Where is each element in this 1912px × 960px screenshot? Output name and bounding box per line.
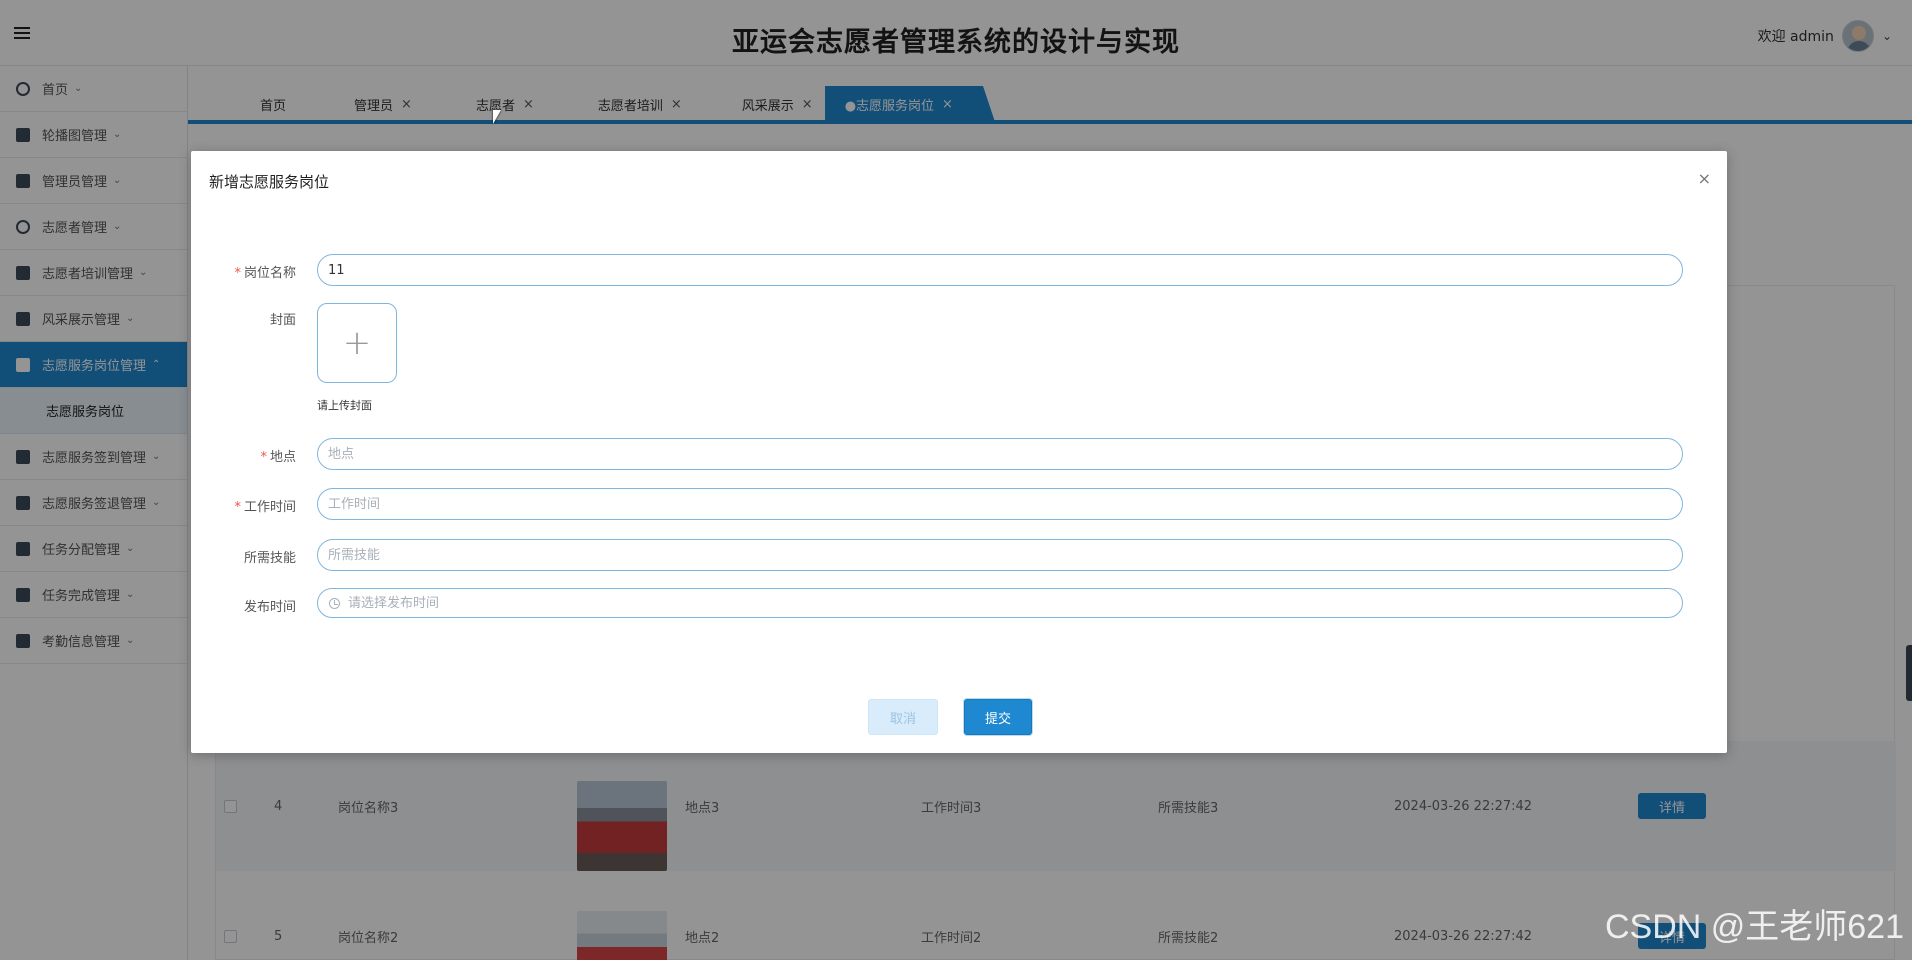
field-label: 封面	[269, 313, 296, 328]
field-label: * 工作时间	[234, 500, 296, 515]
plus-icon: +	[342, 323, 372, 363]
upload-tip: 请上传封面	[317, 399, 372, 412]
submit-button[interactable]: 提交	[964, 699, 1032, 735]
field-label: * 地点	[260, 450, 296, 465]
clock-icon	[329, 598, 340, 609]
form-row-skills: 所需技能	[191, 539, 1727, 571]
add-service-post-dialog: 新增志愿服务岗位 × *岗位名称 封面 + 请上传封面 *地点 *工作时间 所需…	[191, 151, 1727, 753]
form-row-location: * 地点	[191, 438, 1727, 470]
required-mark: *	[234, 500, 241, 515]
cover-upload-button[interactable]: +	[317, 303, 397, 383]
field-label: 发布时间	[243, 600, 296, 615]
mouse-cursor	[493, 110, 501, 124]
location-input[interactable]	[317, 438, 1683, 470]
close-icon[interactable]: ×	[1698, 169, 1711, 188]
work-time-input[interactable]	[317, 488, 1683, 520]
dialog-title: 新增志愿服务岗位	[209, 173, 330, 191]
cancel-button[interactable]: 取消	[868, 699, 938, 735]
form-row-publish-time: 发布时间	[191, 588, 1727, 618]
form-row-name: * 岗位名称	[191, 254, 1727, 286]
field-label: 所需技能	[243, 551, 296, 566]
required-mark: *	[260, 450, 267, 465]
required-mark: *	[234, 266, 241, 281]
watermark: CSDN @王老师621	[1604, 908, 1904, 946]
field-label: * 岗位名称	[234, 266, 296, 281]
skills-input[interactable]	[317, 539, 1683, 571]
form-row-work-time: * 工作时间	[191, 488, 1727, 520]
publish-time-picker[interactable]	[317, 588, 1683, 618]
post-name-input[interactable]	[317, 254, 1683, 286]
